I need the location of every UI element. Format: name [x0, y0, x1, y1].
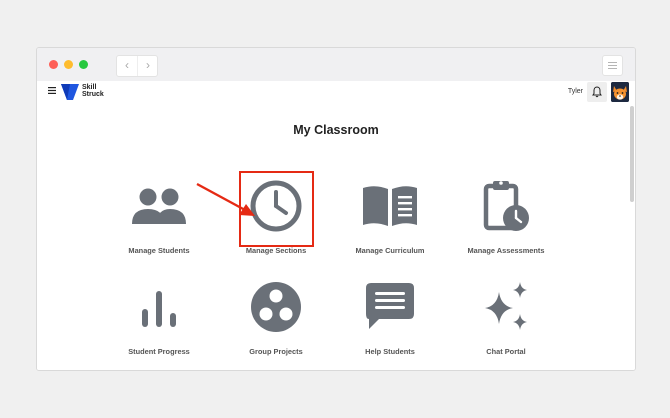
tile-icon-wrap [220, 282, 332, 346]
tile-chat-portal[interactable]: Chat Portal [450, 282, 562, 364]
tile-icon-wrap [103, 284, 215, 346]
group-circle-icon [251, 282, 301, 332]
sparkles-icon [485, 282, 527, 330]
classroom-content: My Classroom Manage Students Manage Sect… [37, 104, 635, 370]
tile-group-projects[interactable]: Group Projects [220, 282, 332, 364]
scrollbar[interactable] [630, 106, 634, 202]
bar-chart-icon [142, 291, 176, 327]
tile-icon-wrap [334, 283, 446, 346]
app-header: Skill Struck Tyler [37, 81, 635, 104]
tile-label: Group Projects [249, 347, 303, 356]
tile-label: Manage Students [128, 246, 190, 255]
tile-manage-curriculum[interactable]: Manage Curriculum [334, 183, 446, 263]
tile-label: Chat Portal [486, 347, 526, 356]
fox-avatar-icon [611, 82, 629, 102]
chevron-left-icon[interactable]: ‹ [117, 56, 137, 76]
tile-label: Manage Curriculum [355, 246, 425, 255]
tile-help-students[interactable]: Help Students [334, 283, 446, 364]
logo-line-1: Skill [82, 84, 97, 91]
users-icon [132, 188, 186, 224]
notifications-button[interactable] [587, 82, 607, 102]
close-window-button[interactable] [49, 60, 58, 69]
hamburger-menu-icon[interactable] [48, 87, 56, 94]
bell-icon [592, 86, 602, 98]
open-book-icon [363, 186, 417, 226]
maximize-window-button[interactable] [79, 60, 88, 69]
logo-line-2: Struck [82, 91, 104, 98]
tile-label: Manage Sections [245, 246, 307, 255]
chevron-right-icon[interactable]: › [137, 56, 158, 76]
menu-lines-icon [608, 62, 617, 69]
minimize-window-button[interactable] [64, 60, 73, 69]
logo-text[interactable]: Skill Struck [82, 84, 104, 98]
message-lines-icon [366, 283, 414, 329]
browser-menu-button[interactable] [602, 55, 623, 76]
browser-titlebar: ‹ › [37, 48, 635, 82]
pointer-arrow-icon [196, 182, 255, 216]
page-title: My Classroom [293, 123, 379, 137]
browser-nav-buttons: ‹ › [116, 55, 158, 77]
tile-manage-assessments[interactable]: Manage Assessments [450, 181, 562, 263]
tile-label: Help Students [365, 347, 415, 356]
tile-label: Manage Assessments [467, 246, 545, 255]
skillstruck-logo-icon[interactable] [61, 84, 79, 100]
tile-label: Student Progress [128, 347, 190, 356]
tile-icon-wrap [450, 282, 562, 346]
clipboard-clock-icon [483, 181, 529, 231]
tile-student-progress[interactable]: Student Progress [103, 284, 215, 364]
tile-icon-wrap [334, 183, 446, 245]
browser-window: ‹ › Skill Struck Tyler My Classroom Mana… [36, 47, 636, 371]
tile-icon-wrap [450, 181, 562, 245]
user-name[interactable]: Tyler [568, 88, 583, 95]
avatar[interactable] [611, 82, 629, 102]
